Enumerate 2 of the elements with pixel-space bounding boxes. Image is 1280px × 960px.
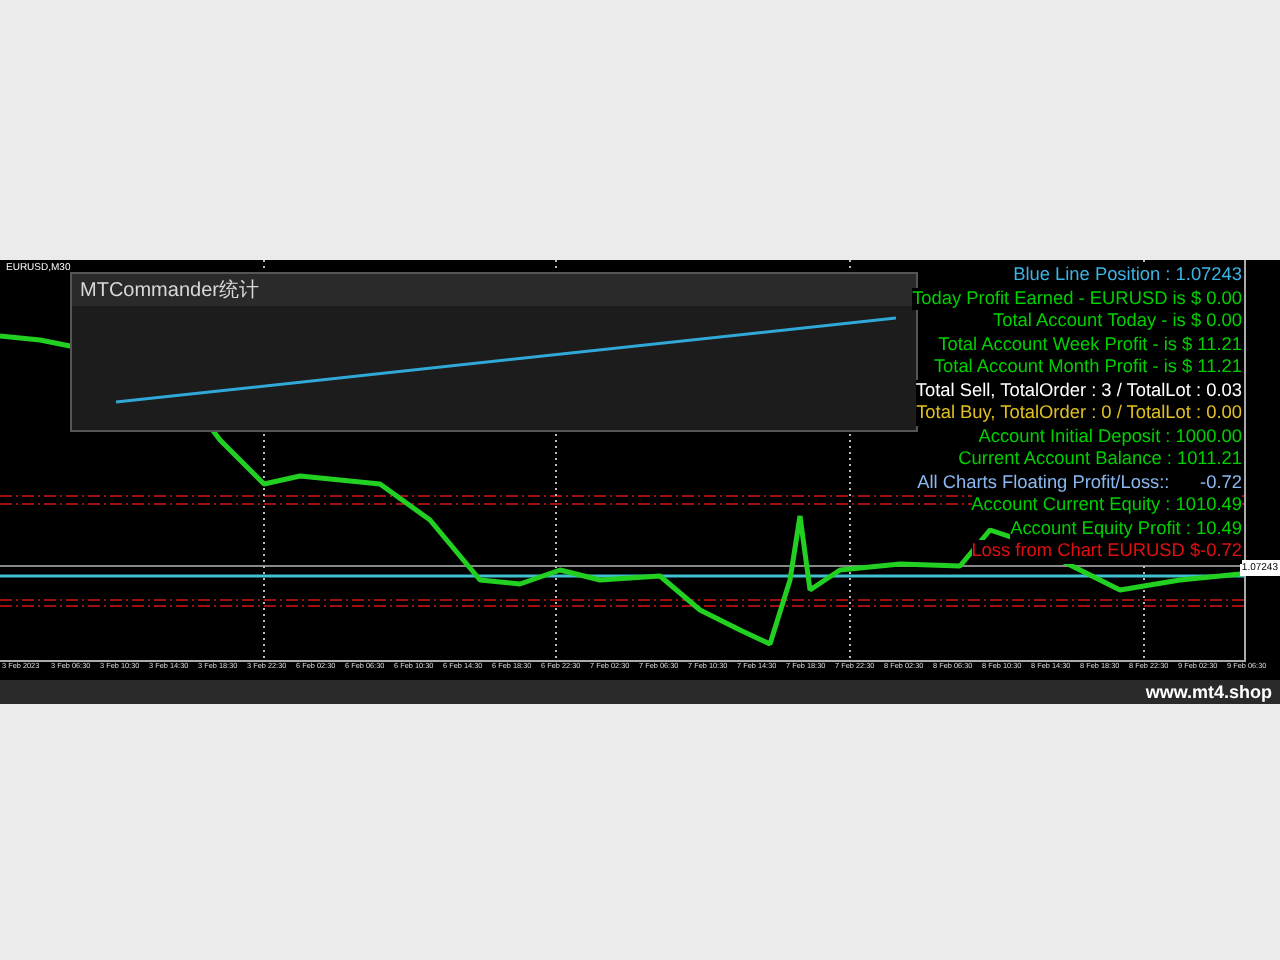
window-title: MTCommander统计	[72, 274, 916, 306]
site-address: www.mt4.shop	[1145, 682, 1272, 702]
